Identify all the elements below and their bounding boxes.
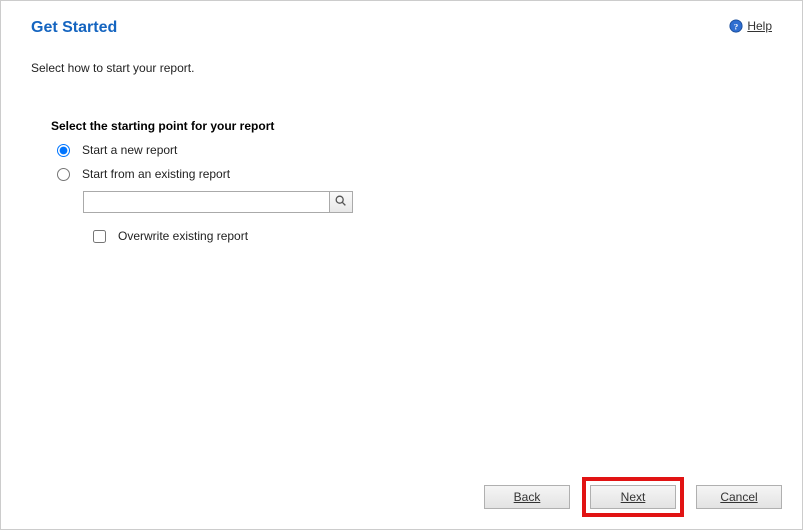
help-icon: ? <box>729 19 743 33</box>
help-label: Help <box>747 19 772 33</box>
wizard-footer: Back Next Cancel <box>484 477 782 517</box>
overwrite-row: Overwrite existing report <box>93 229 802 243</box>
starting-point-section: Select the starting point for your repor… <box>1 75 802 243</box>
radio-new-report-label: Start a new report <box>82 143 177 157</box>
browse-button[interactable] <box>329 191 353 213</box>
help-link[interactable]: ? Help <box>729 19 772 33</box>
existing-report-input-row <box>83 191 353 213</box>
wizard-header: Get Started ? Help <box>1 1 802 37</box>
radio-existing-report[interactable] <box>57 168 70 181</box>
section-heading: Select the starting point for your repor… <box>51 119 802 133</box>
page-title: Get Started <box>31 19 117 37</box>
svg-text:?: ? <box>734 22 738 32</box>
back-button[interactable]: Back <box>484 485 570 509</box>
radio-new-report[interactable] <box>57 144 70 157</box>
overwrite-checkbox[interactable] <box>93 230 106 243</box>
radio-row-new-report: Start a new report <box>51 143 802 157</box>
overwrite-label: Overwrite existing report <box>118 229 248 243</box>
cancel-button[interactable]: Cancel <box>696 485 782 509</box>
radio-row-existing-report: Start from an existing report <box>51 167 802 181</box>
radio-existing-report-label: Start from an existing report <box>82 167 230 181</box>
existing-report-path-input[interactable] <box>83 191 329 213</box>
instruction-text: Select how to start your report. <box>1 37 802 75</box>
next-button-highlight: Next <box>582 477 684 517</box>
next-button[interactable]: Next <box>590 485 676 509</box>
search-icon <box>334 194 348 211</box>
